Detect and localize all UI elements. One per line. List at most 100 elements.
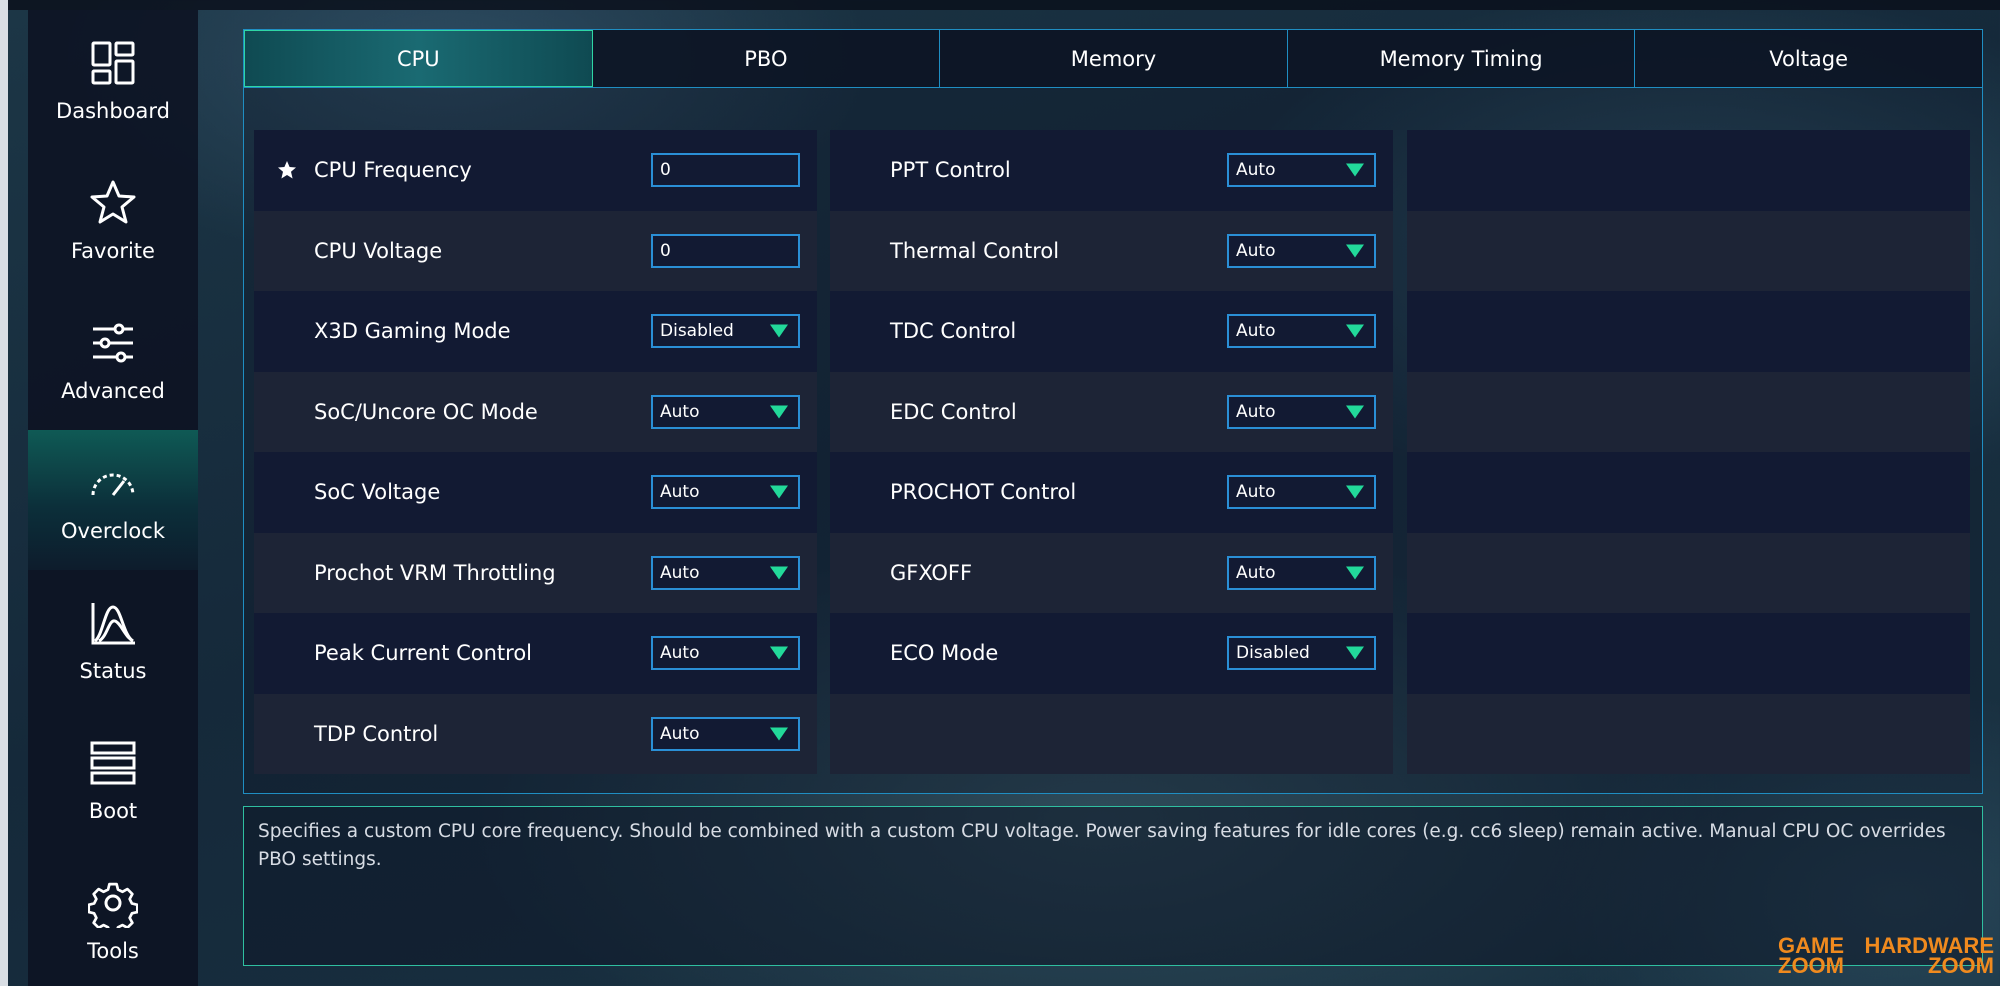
- setting-label: X3D Gaming Mode: [314, 319, 511, 344]
- soc-uncore-oc-mode-select[interactable]: Auto: [651, 394, 800, 429]
- tab-cpu[interactable]: CPU: [244, 30, 593, 87]
- setting-row-prochot-vrm-throttling[interactable]: Prochot VRM Throttling Auto: [254, 532, 817, 613]
- dropdown-caret-icon: [770, 566, 788, 580]
- sidebar-item-boot[interactable]: Boot: [28, 710, 198, 850]
- favorite-star-icon[interactable]: [276, 159, 298, 181]
- sidebar-item-advanced[interactable]: Advanced: [28, 290, 198, 430]
- tdc-control-select[interactable]: Auto: [1227, 314, 1376, 349]
- sidebar-item-dashboard[interactable]: Dashboard: [28, 10, 198, 150]
- dashboard-icon: [87, 37, 139, 89]
- select-value: Auto: [1236, 240, 1276, 261]
- select-value: Auto: [660, 401, 700, 422]
- sidebar-item-overclock[interactable]: Overclock: [28, 430, 198, 570]
- prochot-control-select[interactable]: Auto: [1227, 475, 1376, 510]
- star-icon: [87, 177, 139, 229]
- setting-row-peak-current-control[interactable]: Peak Current Control Auto: [254, 613, 817, 694]
- peak-current-control-select[interactable]: Auto: [651, 636, 800, 671]
- help-description-box: Specifies a custom CPU core frequency. S…: [243, 806, 1983, 966]
- tab-pbo[interactable]: PBO: [592, 30, 941, 87]
- setting-label: ECO Mode: [890, 641, 999, 666]
- setting-row-empty: [1407, 291, 1970, 372]
- setting-row-tdp-control[interactable]: TDP Control Auto: [254, 693, 817, 774]
- setting-label: CPU Voltage: [314, 238, 443, 263]
- setting-row-gfxoff[interactable]: GFXOFF Auto: [830, 532, 1393, 613]
- dropdown-caret-icon: [1346, 324, 1364, 338]
- setting-label: GFXOFF: [890, 560, 973, 585]
- sidebar-item-label: Tools: [87, 939, 139, 963]
- dropdown-caret-icon: [770, 646, 788, 660]
- dropdown-caret-icon: [770, 324, 788, 338]
- cpu-frequency-input[interactable]: 0: [651, 153, 800, 188]
- setting-row-empty: [1407, 613, 1970, 694]
- setting-row-cpu-frequency[interactable]: CPU Frequency 0: [254, 130, 817, 211]
- sidebar-item-favorite[interactable]: Favorite: [28, 150, 198, 290]
- setting-label: Thermal Control: [890, 238, 1060, 263]
- sidebar-item-tools[interactable]: Tools: [28, 850, 198, 986]
- setting-row-prochot-control[interactable]: PROCHOT Control Auto: [830, 452, 1393, 533]
- select-value: Auto: [1236, 482, 1276, 503]
- sidebar-item-status[interactable]: Status: [28, 570, 198, 710]
- setting-row-x3d-gaming-mode[interactable]: X3D Gaming Mode Disabled: [254, 291, 817, 372]
- setting-row-soc-voltage[interactable]: SoC Voltage Auto: [254, 452, 817, 533]
- dropdown-caret-icon: [1346, 244, 1364, 258]
- dropdown-caret-icon: [1346, 163, 1364, 177]
- eco-mode-select[interactable]: Disabled: [1227, 636, 1376, 671]
- setting-row-edc-control[interactable]: EDC Control Auto: [830, 371, 1393, 452]
- settings-column-2: PPT Control Auto Thermal Control Auto TD…: [830, 130, 1393, 774]
- help-text: Specifies a custom CPU core frequency. S…: [258, 821, 1946, 870]
- settings-column-1: CPU Frequency 0 CPU Voltage 0 X3D Gaming…: [254, 130, 817, 774]
- tab-voltage[interactable]: Voltage: [1635, 30, 1982, 87]
- setting-row-eco-mode[interactable]: ECO Mode Disabled: [830, 613, 1393, 694]
- select-value: Auto: [1236, 562, 1276, 583]
- cpu-voltage-input[interactable]: 0: [651, 233, 800, 268]
- dropdown-caret-icon: [770, 727, 788, 741]
- setting-row-soc-uncore-oc-mode[interactable]: SoC/Uncore OC Mode Auto: [254, 371, 817, 452]
- setting-row-tdc-control[interactable]: TDC Control Auto: [830, 291, 1393, 372]
- watermark-game-zoom: GAME ZOOM: [1762, 935, 1860, 978]
- ppt-control-select[interactable]: Auto: [1227, 153, 1376, 188]
- sidebar-item-label: Overclock: [61, 519, 165, 543]
- gauge-icon: [87, 457, 139, 509]
- setting-row-empty: [1407, 210, 1970, 291]
- edc-control-select[interactable]: Auto: [1227, 394, 1376, 429]
- setting-row-ppt-control[interactable]: PPT Control Auto: [830, 130, 1393, 211]
- settings-column-3: [1407, 130, 1970, 774]
- sidebar-item-label: Boot: [88, 799, 138, 823]
- gfxoff-select[interactable]: Auto: [1227, 555, 1376, 590]
- tdp-control-select[interactable]: Auto: [651, 716, 800, 751]
- prochot-vrm-throttling-select[interactable]: Auto: [651, 555, 800, 590]
- dropdown-caret-icon: [1346, 405, 1364, 419]
- select-value: Auto: [660, 723, 700, 744]
- sidebar-item-label: Favorite: [71, 239, 155, 263]
- watermark-line: ZOOM: [1928, 953, 1994, 978]
- setting-label: TDP Control: [314, 721, 439, 746]
- sidebar-item-label: Status: [79, 659, 147, 683]
- tab-memory[interactable]: Memory: [940, 30, 1288, 87]
- select-value: Auto: [660, 643, 700, 664]
- x3d-gaming-mode-select[interactable]: Disabled: [651, 314, 800, 349]
- dropdown-caret-icon: [770, 485, 788, 499]
- soc-voltage-select[interactable]: Auto: [651, 475, 800, 510]
- setting-label: PPT Control: [890, 158, 1011, 183]
- setting-label: PROCHOT Control: [890, 480, 1077, 505]
- chart-icon: [87, 597, 139, 649]
- setting-row-empty: [1407, 371, 1970, 452]
- setting-label: Peak Current Control: [314, 641, 532, 666]
- setting-row-cpu-voltage[interactable]: CPU Voltage 0: [254, 210, 817, 291]
- setting-label: CPU Frequency: [314, 158, 472, 183]
- setting-row-empty: [1407, 130, 1970, 211]
- watermark-line: ZOOM: [1778, 953, 1844, 978]
- sidebar-item-label: Dashboard: [56, 99, 170, 123]
- setting-label: SoC/Uncore OC Mode: [314, 399, 538, 424]
- dropdown-caret-icon: [1346, 566, 1364, 580]
- dropdown-caret-icon: [770, 405, 788, 419]
- tab-memory-timing[interactable]: Memory Timing: [1287, 30, 1636, 87]
- thermal-control-select[interactable]: Auto: [1227, 233, 1376, 268]
- select-value: Auto: [1236, 401, 1276, 422]
- window-edge: [0, 0, 8, 986]
- select-value: Auto: [1236, 160, 1276, 181]
- select-value: Auto: [660, 562, 700, 583]
- setting-label: TDC Control: [890, 319, 1017, 344]
- select-value: Disabled: [660, 321, 734, 342]
- setting-row-thermal-control[interactable]: Thermal Control Auto: [830, 210, 1393, 291]
